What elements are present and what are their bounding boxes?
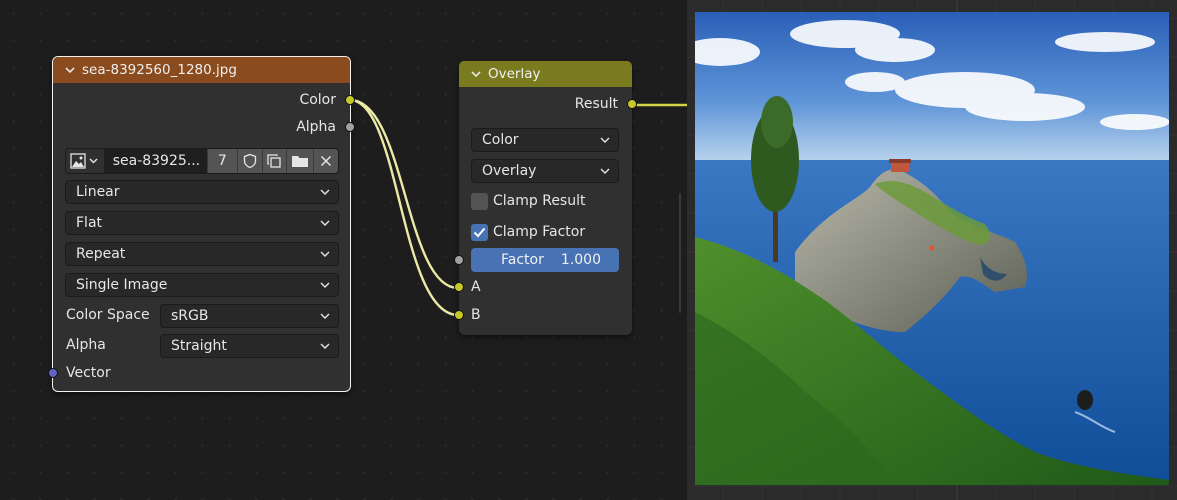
input-vector-socket[interactable] <box>48 368 58 378</box>
image-icon <box>70 153 98 169</box>
folder-icon <box>292 156 309 167</box>
vector-input-row: Vector <box>66 361 111 385</box>
node-editor-canvas[interactable]: sea-8392560_1280.jpg Color Alpha sea-839… <box>0 0 687 500</box>
output-color-label: Color <box>299 92 336 108</box>
fake-user-button[interactable] <box>236 149 262 173</box>
overlay-mix-node[interactable]: Overlay Result Color Overlay Clamp Resul… <box>454 61 637 335</box>
chevron-down-icon <box>320 251 330 257</box>
output-alpha-label: Alpha <box>296 119 336 135</box>
overlay-node-title: Overlay <box>488 66 541 82</box>
overlay-node-header[interactable]: Overlay <box>459 61 632 87</box>
output-color-row: Color <box>299 88 336 112</box>
image-name-field[interactable]: sea-83925... <box>103 149 207 173</box>
chevron-down-icon <box>320 343 330 349</box>
input-factor-socket[interactable] <box>454 255 464 265</box>
data-type-dropdown[interactable]: Color <box>471 128 619 152</box>
output-alpha-row: Alpha <box>296 115 336 139</box>
chevron-down-icon <box>320 313 330 319</box>
extension-dropdown[interactable]: Repeat <box>65 242 339 266</box>
factor-label: Factor <box>501 252 544 268</box>
source-value: Single Image <box>76 277 168 293</box>
color-space-label-row: Color Space <box>66 303 150 327</box>
blend-type-value: Overlay <box>482 163 537 179</box>
chevron-down-icon[interactable] <box>63 63 77 77</box>
clamp-factor-checkbox[interactable] <box>471 224 488 241</box>
chevron-down-icon <box>600 137 610 143</box>
image-name-text: sea-83925... <box>112 153 201 169</box>
shield-icon <box>243 153 256 169</box>
duplicate-image-button[interactable] <box>261 149 287 173</box>
clamp-result-row: Clamp Result <box>493 189 585 213</box>
input-a-socket[interactable] <box>454 282 464 292</box>
chevron-down-icon <box>320 189 330 195</box>
source-dropdown[interactable]: Single Image <box>65 273 339 297</box>
projection-dropdown[interactable]: Flat <box>65 211 339 235</box>
extension-value: Repeat <box>76 246 126 262</box>
interpolation-value: Linear <box>76 184 120 200</box>
image-node-title: sea-8392560_1280.jpg <box>82 62 237 78</box>
chevron-down-icon <box>600 168 610 174</box>
link-color-to-a <box>349 98 459 290</box>
close-icon <box>321 155 332 167</box>
unlink-image-button[interactable] <box>313 149 338 173</box>
alpha-mode-label: Alpha <box>66 337 106 353</box>
input-b-socket[interactable] <box>454 310 464 320</box>
open-image-button[interactable] <box>286 149 314 173</box>
color-space-value: sRGB <box>171 308 209 324</box>
input-a-label: A <box>471 279 481 295</box>
input-b-row: B <box>471 303 481 327</box>
user-count-text: 7 <box>217 153 227 169</box>
interpolation-dropdown[interactable]: Linear <box>65 180 339 204</box>
clamp-result-label: Clamp Result <box>493 193 586 209</box>
data-type-value: Color <box>482 132 519 148</box>
projection-value: Flat <box>76 215 103 231</box>
chevron-down-icon[interactable] <box>469 67 483 81</box>
clamp-factor-row: Clamp Factor <box>493 220 585 244</box>
output-result-socket[interactable] <box>627 99 637 109</box>
output-result-label: Result <box>574 96 618 112</box>
output-alpha-socket[interactable] <box>345 122 355 132</box>
output-color-socket[interactable] <box>345 95 355 105</box>
chevron-down-icon <box>320 282 330 288</box>
link-color-to-b <box>349 98 459 317</box>
factor-slider[interactable]: Factor 1.000 <box>471 248 619 272</box>
image-viewer-panel[interactable] <box>687 0 1177 500</box>
output-result-row: Result <box>575 92 618 116</box>
clamp-result-checkbox[interactable] <box>471 193 488 210</box>
clamp-factor-label: Clamp Factor <box>493 224 586 240</box>
alpha-mode-dropdown[interactable]: Straight <box>160 334 339 358</box>
chevron-down-icon <box>320 220 330 226</box>
image-node-header[interactable]: sea-8392560_1280.jpg <box>53 57 350 83</box>
color-space-label: Color Space <box>66 307 150 323</box>
checkmark-icon <box>473 227 486 238</box>
input-b-label: B <box>471 307 481 323</box>
vector-input-label: Vector <box>66 365 111 381</box>
image-datablock-selector[interactable]: sea-83925... 7 <box>65 148 339 174</box>
duplicate-icon <box>267 154 282 168</box>
coastal-landscape-image <box>695 12 1169 485</box>
blend-type-dropdown[interactable]: Overlay <box>471 159 619 183</box>
image-browse-button[interactable] <box>66 149 104 173</box>
region-divider-handle[interactable] <box>679 193 681 313</box>
factor-value: 1.000 <box>560 252 601 268</box>
user-count-button[interactable]: 7 <box>206 149 237 173</box>
color-space-dropdown[interactable]: sRGB <box>160 304 339 328</box>
image-texture-node[interactable]: sea-8392560_1280.jpg Color Alpha sea-839… <box>48 56 355 392</box>
input-a-row: A <box>471 275 481 299</box>
alpha-label-row: Alpha <box>66 333 106 357</box>
alpha-mode-value: Straight <box>171 338 227 354</box>
